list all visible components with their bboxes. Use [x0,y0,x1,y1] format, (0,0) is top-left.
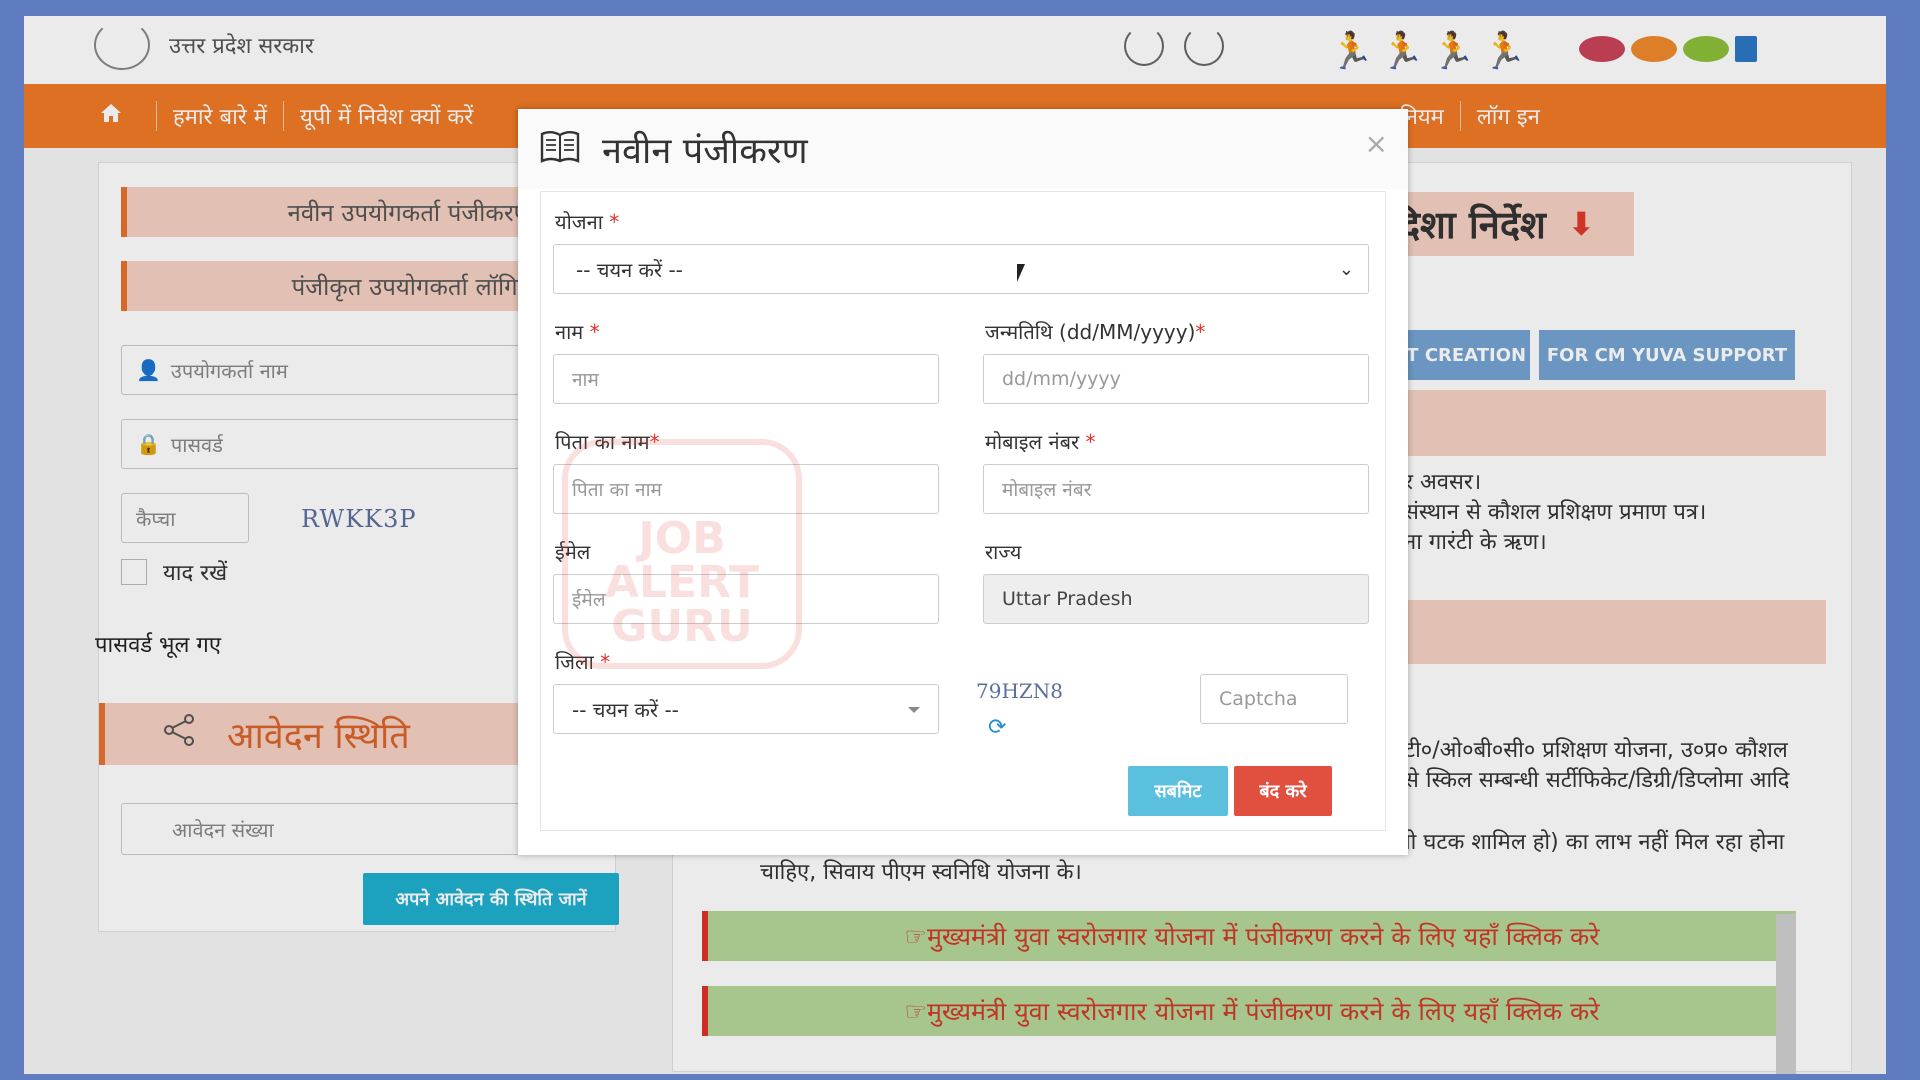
dob-label: जन्मतिथि (dd/MM/yyyy)* [985,320,1206,344]
info-line: से स्किल सम्बन्धी सर्टीफिकेट/डिग्री/डिप्… [1404,768,1790,793]
info-line: संस्थान से कौशल प्रशिक्षण प्रमाण पत्र। [1404,500,1707,525]
mobile-input[interactable]: मोबाइल नंबर [983,464,1369,514]
remember-me-checkbox[interactable] [121,559,147,585]
site-header: उत्तर प्रदेश सरकार 🏃🏃🏃🏃 [24,16,1886,84]
application-status-header: आवेदन स्थिति [99,703,539,765]
mobile-label: मोबाइल नंबर * [985,430,1096,454]
modal-close-icon[interactable]: × [1365,127,1388,160]
login-captcha-input[interactable]: कैप्चा [121,493,249,543]
form-captcha-image: 79HZN8 [976,679,1064,703]
application-status-title: आवेदन स्थिति [227,715,410,757]
name-label: नाम * [555,320,600,344]
info-line: ना गारंटी के ऋण। [1404,530,1547,555]
close-button[interactable]: बंद करे [1234,766,1332,816]
yojana-selected-value: -- चयन करें -- [576,257,683,282]
guidelines-download[interactable]: दिशा निर्देश ⬇ [1374,192,1634,256]
nav-about[interactable]: हमारे बारे में [156,101,283,131]
watermark-line: ALERT [604,557,760,608]
forgot-password-link[interactable]: पासवर्ड भूल गए [95,629,221,659]
book-icon [540,130,580,168]
nav-why-invest[interactable]: यूपी में निवेश क्यों करें [282,101,489,131]
partner-logo-icon [1683,36,1729,62]
modal-title: नवीन पंजीकरण [602,130,808,172]
lock-icon: 🔒 [136,432,161,456]
username-placeholder: उपयोगकर्ता नाम [170,358,288,383]
district-selected-value: -- चयन करें -- [572,697,679,722]
name-input[interactable]: नाम [553,354,939,404]
remember-me-label: याद रखें [163,561,228,586]
new-registration-modal: नवीन पंजीकरण × योजना * -- चयन करें -- ⌄ … [518,109,1408,855]
new-user-registration-button[interactable]: नवीन उपयोगकर्ता पंजीकरण [121,187,541,237]
yojana-select[interactable]: -- चयन करें -- ⌄ [553,244,1369,294]
watermark-logo: JOB ALERT GURU [562,439,802,669]
browser-frame: उत्तर प्रदेश सरकार 🏃🏃🏃🏃 हमारे बारे में य… [24,16,1886,1074]
submit-button[interactable]: सबमिट [1128,766,1228,816]
username-input[interactable]: 👤 उपयोगकर्ता नाम [121,345,541,395]
refresh-captcha-icon[interactable]: ⟳ [988,715,1006,740]
share-icon [161,712,197,757]
circle-logo-icon [1124,26,1164,66]
nav-login[interactable]: लॉग इन [1459,101,1556,131]
partner-logo-icon [1579,36,1625,62]
scrollbar[interactable] [1776,914,1796,1074]
download-icon: ⬇ [1567,205,1595,243]
registration-link-banner[interactable]: ☞मुख्यमंत्री युवा स्वरोजगार योजना में पं… [702,911,1796,961]
state-label: राज्य [985,540,1022,564]
password-placeholder: पासवर्ड [170,432,223,457]
pink-bar [1374,390,1826,456]
registered-user-login-button[interactable]: पंजीकृत उपयोगकर्ता लॉगिन [121,261,541,311]
form-captcha-input[interactable]: Captcha [1200,674,1348,724]
watermark-line: JOB [638,513,726,564]
partner-logo-icon [1735,36,1757,62]
captcha-placeholder: कैप्चा [136,506,176,531]
tab-cm-yuva-support[interactable]: FOR CM YUVA SUPPORT [1539,330,1795,380]
pink-bar [1374,600,1826,664]
guidelines-label: दिशा निर्देश [1390,203,1546,247]
info-line: र अवसर। [1404,470,1482,495]
yojana-label: योजना * [555,210,620,234]
info-line: टी०/ओ०बी०सी० प्रशिक्षण योजना, उ०प्र० कौश… [1404,738,1788,763]
state-input: Uttar Pradesh [983,574,1369,624]
chevron-down-icon: ⌄ [1338,258,1354,280]
application-number-input[interactable]: आवेदन संख्या [121,803,541,855]
partner-logo-icon [1631,36,1677,62]
registration-link-banner[interactable]: ☞मुख्यमंत्री युवा स्वरोजगार योजना में पं… [702,986,1796,1036]
home-icon[interactable] [84,103,156,129]
info-line: चाहिए, सिवाय पीएम स्वनिधि योजना के। [760,860,1082,885]
state-emblem-icon [94,20,150,70]
modal-header: नवीन पंजीकरण [518,109,1408,189]
password-input[interactable]: 🔒 पासवर्ड [121,419,541,469]
figures-logo: 🏃🏃🏃🏃 [1329,31,1533,72]
gov-text: उत्तर प्रदेश सरकार [169,34,314,59]
dob-input[interactable]: dd/mm/yyyy [983,354,1369,404]
user-icon: 👤 [136,358,161,382]
mouse-cursor-icon [1017,264,1025,282]
partner-logos [1579,36,1757,62]
circle-logo-icon [1184,26,1224,66]
login-captcha-image: RWKK3P [301,505,417,533]
watermark-line: GURU [611,601,753,652]
check-status-button[interactable]: अपने आवेदन की स्थिति जानें [363,873,619,925]
district-select[interactable]: -- चयन करें -- [553,684,939,734]
caret-down-icon [908,707,920,713]
